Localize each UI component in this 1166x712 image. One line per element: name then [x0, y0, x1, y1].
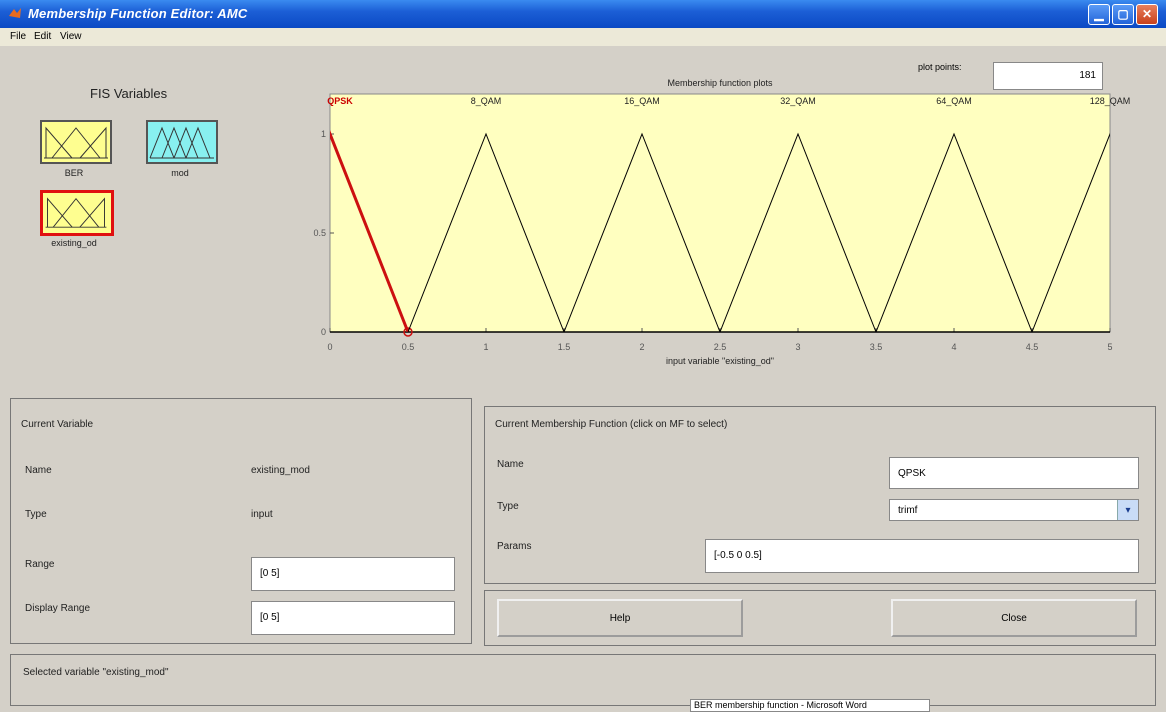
x-tick-label: 1	[483, 342, 488, 352]
minimize-button[interactable]: ▁	[1088, 4, 1110, 25]
mf-name-input[interactable]: QPSK	[889, 457, 1139, 489]
window-title: Membership Function Editor: AMC	[28, 6, 248, 21]
x-tick-label: 1.5	[558, 342, 571, 352]
x-tick-label: 2	[639, 342, 644, 352]
menu-edit[interactable]: Edit	[34, 31, 51, 42]
fis-variable-existing-od[interactable]	[40, 190, 114, 236]
x-tick-label: 3	[795, 342, 800, 352]
menu-bar: File Edit View	[0, 28, 1166, 46]
mf-label-qpsk: QPSK	[327, 96, 353, 106]
y-tick-label: 1	[321, 129, 326, 139]
membership-function-plot[interactable]: Membership function plots input variable …	[300, 74, 1140, 384]
fis-variable-ber-label: BER	[64, 168, 84, 178]
chevron-down-icon[interactable]: ▾	[1117, 500, 1138, 520]
mf-triangles-icon	[149, 126, 214, 159]
fis-variable-mod[interactable]	[146, 120, 218, 164]
menu-view[interactable]: View	[60, 31, 82, 42]
variable-type-label: Type	[25, 509, 47, 520]
range-label: Range	[25, 559, 55, 570]
close-window-button[interactable]: ✕	[1136, 4, 1158, 25]
y-tick-label: 0	[321, 327, 326, 337]
mf-type-label: Type	[497, 501, 519, 512]
display-range-input[interactable]: [0 5]	[251, 601, 455, 635]
maximize-button[interactable]: ▢	[1112, 4, 1134, 25]
fis-variable-ber[interactable]	[40, 120, 112, 164]
mf-type-select[interactable]: trimf ▾	[889, 499, 1139, 521]
mf-type-value: trimf	[898, 505, 918, 516]
current-variable-panel: Current Variable Name existing_mod Type …	[10, 398, 472, 644]
range-input[interactable]: [0 5]	[251, 557, 455, 591]
x-tick-label: 3.5	[870, 342, 883, 352]
x-tick-label: 5	[1107, 342, 1112, 352]
display-range-label: Display Range	[25, 603, 91, 614]
x-tick-label: 0.5	[402, 342, 415, 352]
plot-points-label: plot points:	[918, 62, 962, 72]
matlab-icon	[9, 8, 21, 18]
status-panel: Selected variable "existing_mod"	[10, 654, 1156, 706]
y-tick-label: 0.5	[313, 228, 326, 238]
variable-type-value: input	[251, 509, 273, 520]
plot-background	[329, 93, 1111, 333]
mf-label-8_qam: 8_QAM	[471, 96, 502, 106]
mf-label-128_qam: 128_QAM	[1090, 96, 1131, 106]
mf-params-label: Params	[497, 541, 532, 552]
mf-triangles-icon	[44, 126, 108, 159]
mf-triangles-icon	[45, 197, 107, 228]
mf-label-16_qam: 16_QAM	[624, 96, 660, 106]
x-tick-label: 0	[327, 342, 332, 352]
taskbar-tooltip: BER membership function - Microsoft Word	[690, 699, 930, 712]
help-button[interactable]: Help	[497, 599, 743, 637]
buttons-panel: Help Close	[484, 590, 1156, 646]
x-tick-label: 2.5	[714, 342, 727, 352]
mf-label-32_qam: 32_QAM	[780, 96, 816, 106]
close-button[interactable]: Close	[891, 599, 1137, 637]
fis-variable-mod-label: mod	[171, 168, 189, 178]
variable-name-value: existing_mod	[251, 465, 310, 476]
current-variable-heading: Current Variable	[21, 419, 94, 430]
current-mf-panel: Current Membership Function (click on MF…	[484, 406, 1156, 584]
fis-variable-existing-od-label: existing_od	[51, 238, 97, 248]
status-text: Selected variable "existing_mod"	[23, 667, 169, 678]
menu-file[interactable]: File	[10, 31, 26, 42]
title-bar: Membership Function Editor: AMC ▁ ▢ ✕	[0, 0, 1166, 28]
mf-label-64_qam: 64_QAM	[936, 96, 972, 106]
mf-name-label: Name	[497, 459, 524, 470]
x-tick-label: 4	[951, 342, 956, 352]
x-tick-label: 4.5	[1026, 342, 1039, 352]
mf-params-input[interactable]: [-0.5 0 0.5]	[705, 539, 1139, 573]
fis-variables-heading: FIS Variables	[90, 86, 168, 101]
variable-name-label: Name	[25, 465, 52, 476]
x-axis-label: input variable "existing_od"	[666, 356, 774, 366]
current-mf-heading: Current Membership Function (click on MF…	[495, 419, 728, 430]
plot-title: Membership function plots	[667, 78, 773, 88]
